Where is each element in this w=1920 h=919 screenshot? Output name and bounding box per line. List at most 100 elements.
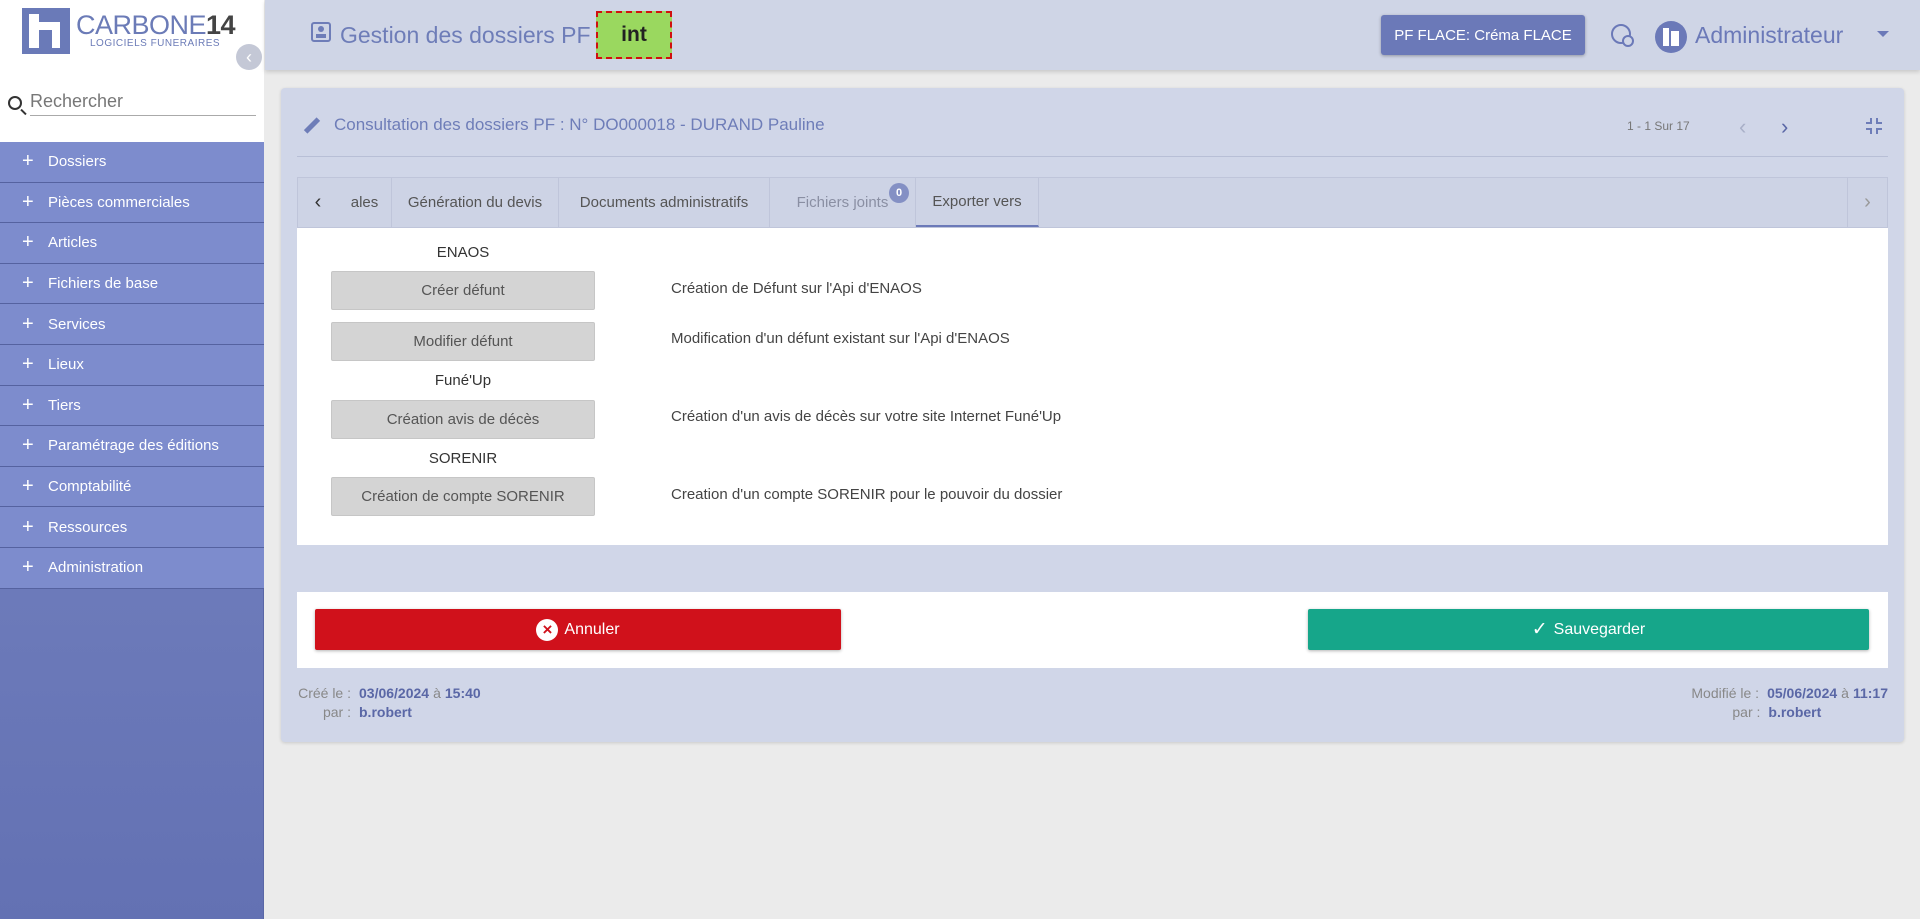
chevron-left-icon: ‹	[314, 191, 322, 213]
tab-documents-administratifs[interactable]: Documents administratifs	[559, 178, 770, 227]
tab-exporter-vers[interactable]: Exporter vers	[916, 178, 1039, 227]
sidebar-item-parametrage-des-editions[interactable]: + Paramétrage des éditions	[0, 426, 264, 467]
plus-icon: +	[22, 231, 34, 254]
chevron-down-icon[interactable]	[1877, 31, 1889, 37]
tab-bar: ‹ ales Génération du devis Documents adm…	[297, 177, 1888, 228]
modified-label: Modifié le :	[1691, 685, 1760, 701]
create-sorenir-account-button[interactable]: Création de compte SORENIR	[331, 477, 595, 516]
plus-icon: +	[22, 190, 34, 213]
action-description: Creation d'un compte SORENIR pour le pou…	[671, 486, 1063, 503]
compress-icon[interactable]	[1866, 118, 1882, 134]
sidebar-item-ressources[interactable]: + Ressources	[0, 507, 264, 548]
tab-label: Fichiers joints	[796, 194, 889, 211]
sidebar-item-label: Ressources	[48, 518, 128, 536]
sidebar-item-label: Articles	[48, 234, 98, 252]
modified-by-label: par :	[1732, 704, 1761, 720]
plus-icon: +	[22, 515, 34, 538]
plus-icon: +	[22, 272, 34, 295]
plus-icon: +	[22, 556, 34, 579]
tab-partial[interactable]: ales	[338, 178, 392, 227]
section-title-enaos: ENAOS	[436, 244, 490, 261]
sidebar-item-label: Fichiers de base	[48, 275, 159, 293]
pencil-icon	[301, 116, 319, 134]
tab-label: Exporter vers	[932, 193, 1022, 210]
create-deceased-button[interactable]: Créer défunt	[331, 271, 595, 310]
modify-deceased-button[interactable]: Modifier défunt	[331, 322, 595, 361]
tab-label: Documents administratifs	[579, 194, 749, 211]
avatar[interactable]	[1655, 21, 1687, 53]
sidebar: CARBONE14 LOGICIELS FUNERAIRES ‹ + Dossie…	[0, 0, 264, 919]
search-input[interactable]	[30, 88, 256, 116]
search-icon	[8, 96, 22, 110]
sidebar-item-tiers[interactable]: + Tiers	[0, 385, 264, 427]
tab-label: ales	[350, 194, 379, 211]
created-time: 15:40	[444, 685, 481, 701]
tab-scroll-left-button[interactable]: ‹	[298, 178, 338, 227]
save-label: Sauvegarder	[1553, 620, 1646, 638]
environment-badge: int	[596, 11, 672, 59]
section-title-funeup: Funé'Up	[434, 372, 492, 389]
chevron-left-icon: ‹	[246, 46, 252, 67]
tab-generation-du-devis[interactable]: Génération du devis	[392, 178, 559, 227]
close-circle-icon: ×	[536, 618, 559, 641]
export-panel: ENAOS Créer défunt Création de Défunt su…	[297, 228, 1888, 545]
chevron-right-icon: ›	[1864, 191, 1871, 213]
next-record-button[interactable]: ›	[1781, 114, 1788, 140]
created-at-word: à	[433, 685, 441, 701]
cancel-label: Annuler	[564, 620, 620, 638]
pager-text: 1 - 1 Sur 17	[1627, 119, 1690, 133]
contact-card-icon	[311, 22, 331, 42]
divider	[297, 156, 1888, 157]
sidebar-item-label: Tiers	[48, 396, 81, 414]
sidebar-item-label: Paramétrage des éditions	[48, 437, 219, 455]
created-date: 03/06/2024	[359, 685, 430, 701]
created-by: b.robert	[359, 704, 412, 720]
sidebar-item-label: Dossiers	[48, 153, 107, 171]
created-by-label: par :	[322, 704, 351, 720]
tab-scroll-right-button[interactable]: ›	[1847, 178, 1887, 227]
search-area	[0, 70, 264, 142]
sidebar-item-comptabilite[interactable]: + Comptabilité	[0, 466, 264, 508]
modified-by: b.robert	[1768, 704, 1822, 720]
plus-icon: +	[22, 475, 34, 498]
section-title-sorenir: SORENIR	[428, 450, 498, 467]
logo-area: CARBONE14 LOGICIELS FUNERAIRES ‹	[0, 0, 264, 70]
modified-date: 05/06/2024	[1767, 685, 1838, 701]
collapse-sidebar-button[interactable]: ‹	[236, 44, 262, 70]
sidebar-item-fichiers-de-base[interactable]: + Fichiers de base	[0, 263, 264, 305]
sidebar-item-label: Services	[48, 315, 106, 333]
cancel-button[interactable]: × Annuler	[315, 609, 841, 650]
plus-icon: +	[22, 150, 34, 173]
plus-icon: +	[22, 393, 34, 416]
sidebar-item-articles[interactable]: + Articles	[0, 223, 264, 264]
record-title: Consultation des dossiers PF : N° DO0000…	[334, 115, 825, 134]
sidebar-item-label: Comptabilité	[48, 478, 132, 496]
modified-time: 11:17	[1852, 685, 1888, 701]
sidebar-item-lieux[interactable]: + Lieux	[0, 344, 264, 386]
modified-info: Modifié le : 05/06/2024 à 11:17 par : b.…	[1691, 685, 1888, 723]
sidebar-item-dossiers[interactable]: + Dossiers	[0, 142, 264, 183]
logo-text: CARBONE14	[76, 10, 236, 40]
previous-record-button[interactable]: ‹	[1739, 114, 1746, 140]
save-button[interactable]: ✓ Sauvegarder	[1308, 609, 1869, 650]
plus-icon: +	[22, 353, 34, 376]
action-description: Création de Défunt sur l'Api d'ENAOS	[671, 280, 922, 297]
page-title: Gestion des dossiers PF	[340, 22, 591, 48]
plus-icon: +	[22, 434, 34, 457]
globe-search-icon[interactable]	[1611, 24, 1634, 47]
sidebar-menu: + Dossiers + Pièces commerciales + Articles…	[0, 142, 264, 589]
created-info: Créé le : 03/06/2024 à 15:40 par : b.rob…	[297, 685, 481, 723]
create-death-notice-button[interactable]: Création avis de décès	[331, 400, 595, 439]
logo-subtitle: LOGICIELS FUNERAIRES	[90, 38, 221, 49]
sidebar-item-pieces-commerciales[interactable]: + Pièces commerciales	[0, 182, 264, 224]
pf-selector-button[interactable]: PF FLACE: Créma FLACE	[1381, 15, 1585, 55]
sidebar-item-services[interactable]: + Services	[0, 304, 264, 345]
user-name[interactable]: Administrateur	[1695, 22, 1843, 49]
sidebar-item-label: Lieux	[48, 356, 84, 374]
action-description: Modification d'un défunt existant sur l'…	[671, 330, 1010, 347]
plus-icon: +	[22, 312, 34, 335]
tab-fichiers-joints[interactable]: Fichiers joints 0	[770, 178, 916, 227]
sidebar-item-administration[interactable]: + Administration	[0, 547, 264, 589]
main-card: Consultation des dossiers PF : N° DO0000…	[281, 88, 1904, 742]
tab-label: Génération du devis	[407, 194, 543, 211]
